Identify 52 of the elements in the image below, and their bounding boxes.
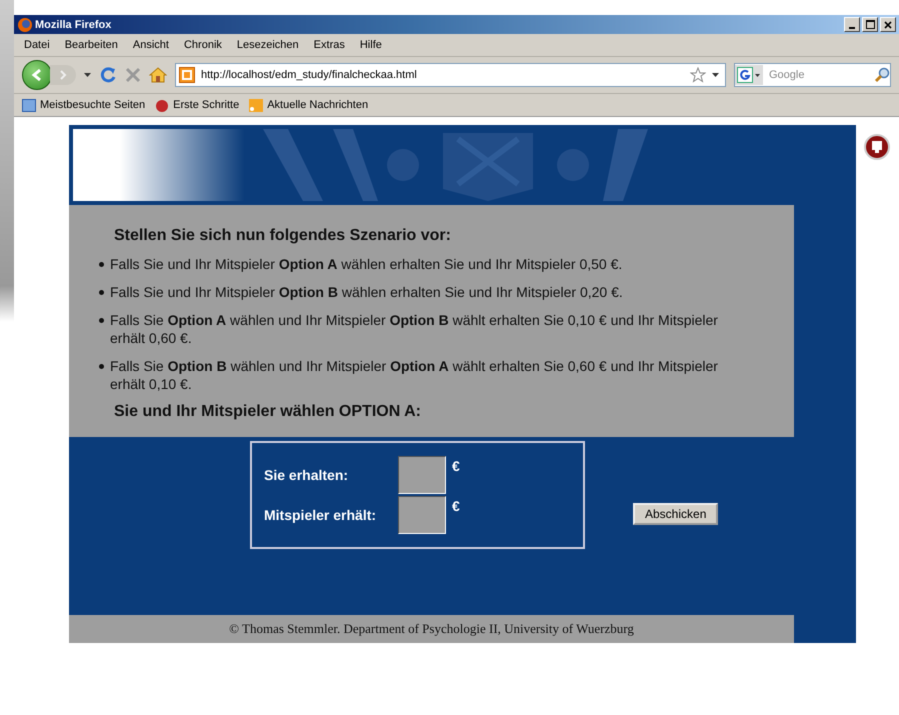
scenario-text: Falls Sie Option A wählen und Ihr Mitspieler Option B wählt erhalten Sie 0,10 € und Ihr Mitspieler erhält 0,60 €. xyxy=(110,311,719,347)
search-icon[interactable] xyxy=(874,67,890,83)
field-label: Sie erhalten: xyxy=(264,467,350,483)
dropdown-icon xyxy=(755,74,760,76)
minimize-icon xyxy=(849,26,855,28)
bullet-icon xyxy=(99,364,104,369)
menu-item[interactable]: Datei xyxy=(24,39,50,51)
folder-icon xyxy=(22,98,36,112)
home-icon[interactable] xyxy=(149,67,167,83)
close-button[interactable] xyxy=(880,17,896,32)
bullet-icon xyxy=(99,262,104,267)
reload-icon[interactable] xyxy=(99,66,117,84)
menu-item[interactable]: Hilfe xyxy=(360,39,382,51)
scenario-text: Falls Sie und Ihr Mitspieler Option A wählen erhalten Sie und Ihr Mitspieler 0,50 €. xyxy=(110,255,622,273)
window-title: Mozilla Firefox xyxy=(35,18,112,30)
scenario-heading: Stellen Sie sich nun folgendes Szenario vor: xyxy=(113,227,452,245)
scenario-text: Falls Sie Option B wählen und Ihr Mitspieler Option A wählt erhalten Sie 0,60 € und Ihr Mitspieler erhält 0,10 €. xyxy=(110,357,719,393)
euro-sign: € xyxy=(452,458,460,474)
google-icon xyxy=(737,67,753,83)
amount-field[interactable] xyxy=(398,496,446,534)
euro-sign: € xyxy=(452,498,460,514)
maximize-icon xyxy=(866,20,874,29)
dropdown-icon[interactable] xyxy=(84,73,91,77)
minimize-button[interactable] xyxy=(844,17,860,32)
feed-icon xyxy=(249,98,264,112)
maximize-button[interactable] xyxy=(862,17,878,32)
bullet-icon xyxy=(99,318,104,323)
back-button[interactable] xyxy=(22,60,52,90)
menu-item[interactable]: Extras xyxy=(314,39,345,51)
stop-sign-icon xyxy=(864,134,890,160)
menu-item[interactable]: Lesezeichen xyxy=(236,39,299,51)
firefox-logo-icon xyxy=(17,16,33,32)
search-box[interactable]: Google xyxy=(734,63,891,87)
address-field[interactable]: http://localhost/edm_study/finalcheckaa.html xyxy=(175,63,726,87)
close-icon xyxy=(884,20,892,28)
field-label: Mitspieler erhält: xyxy=(264,507,378,523)
submit-button[interactable]: Abschicken xyxy=(633,503,718,525)
menu-item[interactable]: Bearbeiten xyxy=(64,39,118,51)
scenario-text: Falls Sie und Ihr Mitspieler Option B wählen erhalten Sie und Ihr Mitspieler 0,20 €. xyxy=(110,283,623,301)
bullet-icon xyxy=(99,290,104,295)
menu-item[interactable]: Chronik xyxy=(184,39,222,51)
dropdown-icon[interactable] xyxy=(712,73,719,77)
amount-field[interactable] xyxy=(398,456,446,494)
menu-item[interactable]: Ansicht xyxy=(132,39,169,51)
bookmark-icon xyxy=(155,98,170,112)
result-heading: Sie und Ihr Mitspieler wählen OPTION A: xyxy=(113,403,422,421)
footer-text: © Thomas Stemmler. Department of Psychologie II, University of Wuerzburg xyxy=(69,615,794,643)
bookmark-item[interactable]: Erste Schritte xyxy=(155,98,240,112)
bookmark-item[interactable]: Meistbesuchte Seiten xyxy=(22,98,146,112)
site-icon xyxy=(179,67,195,83)
star-icon[interactable] xyxy=(690,67,706,83)
bookmark-item[interactable]: Aktuelle Nachrichten xyxy=(249,98,368,112)
